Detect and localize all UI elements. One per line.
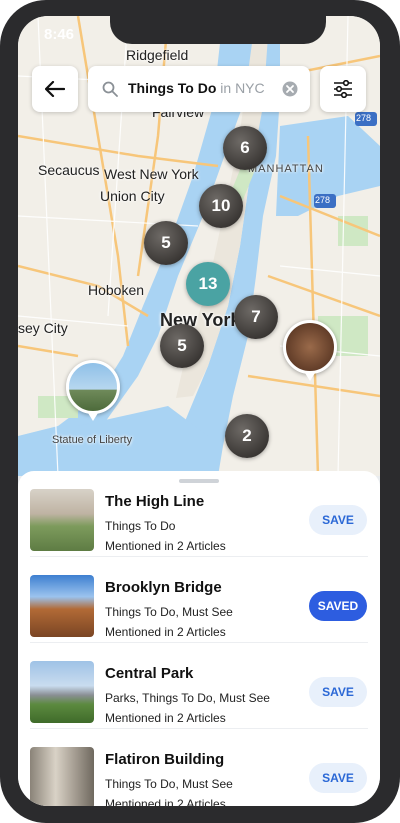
filter-button[interactable] (320, 66, 366, 112)
back-button[interactable] (32, 66, 78, 112)
saved-button[interactable]: SAVED (309, 591, 367, 621)
map-label-statue-of-liberty: Statue of Liberty (52, 434, 133, 446)
place-thumbnail (30, 747, 94, 806)
map-label-union-city: Union City (100, 188, 165, 204)
map-cluster-pin[interactable]: 7 (234, 295, 278, 339)
place-thumbnail (30, 661, 94, 723)
place-mentions: Mentioned in 2 Articles (105, 539, 226, 553)
map-cluster-pin[interactable]: 13 (186, 262, 230, 306)
map-cluster-pin[interactable]: 2 (225, 414, 269, 458)
results-sheet[interactable]: The High Line Things To Do Mentioned in … (18, 471, 380, 806)
map-label-jersey-city: sey City (18, 320, 68, 336)
statue-of-liberty-photo-pin[interactable] (66, 360, 120, 421)
sliders-icon (334, 80, 352, 98)
place-category: Things To Do, Must See (105, 605, 233, 619)
save-button[interactable]: SAVE (309, 763, 367, 793)
save-button[interactable]: SAVE (309, 677, 367, 707)
place-thumbnail (30, 489, 94, 551)
search-field[interactable]: Things To Do in NYC (88, 66, 310, 112)
search-query-text: Things To Do (128, 80, 217, 96)
highway-shield: 278 (356, 113, 372, 123)
map-label-ridgefield: Ridgefield (126, 47, 189, 63)
place-title: Flatiron Building (105, 751, 225, 768)
place-category: Things To Do (105, 519, 176, 533)
place-mentions: Mentioned in 2 Articles (105, 797, 226, 806)
save-button[interactable]: SAVE (309, 505, 367, 535)
map-label-hoboken: Hoboken (88, 282, 145, 298)
list-item[interactable]: Central Park Parks, Things To Do, Must S… (18, 643, 380, 729)
highway-shield: 278 (315, 195, 331, 205)
status-time: 8:46 (44, 26, 75, 43)
app-screen: 8:46 278 278 Ridgefield Fairview Secaucu… (18, 16, 380, 806)
place-category: Things To Do, Must See (105, 777, 233, 791)
place-mentions: Mentioned in 2 Articles (105, 711, 226, 725)
map-cluster-pin[interactable]: 5 (160, 324, 204, 368)
place-title: Brooklyn Bridge (105, 579, 222, 596)
map-cluster-pin[interactable]: 6 (223, 126, 267, 170)
notch (110, 16, 326, 44)
map-cluster-pin[interactable]: 5 (144, 221, 188, 265)
top-bar: Things To Do in NYC (32, 66, 366, 112)
place-category: Parks, Things To Do, Must See (105, 691, 270, 705)
map-cluster-pin[interactable]: 10 (199, 184, 243, 228)
attraction-photo-pin[interactable] (283, 320, 337, 381)
place-thumbnail (30, 575, 94, 637)
map-label-west-new-york: West New York (104, 166, 199, 182)
map-label-manhattan: MANHATTAN (248, 163, 324, 175)
place-title: The High Line (105, 493, 205, 510)
clear-circle-icon[interactable] (282, 81, 298, 97)
arrow-left-icon (45, 81, 65, 97)
list-item[interactable]: Brooklyn Bridge Things To Do, Must See M… (18, 557, 380, 643)
search-query: Things To Do in NYC (128, 80, 265, 96)
search-icon (102, 81, 118, 97)
place-title: Central Park (105, 665, 194, 682)
phone-frame: 8:46 278 278 Ridgefield Fairview Secaucu… (0, 0, 400, 823)
list-item[interactable]: Flatiron Building Things To Do, Must See… (18, 729, 380, 806)
search-location-text: in NYC (220, 80, 265, 96)
map-label-secaucus: Secaucus (38, 162, 100, 178)
place-mentions: Mentioned in 2 Articles (105, 625, 226, 639)
list-item[interactable]: The High Line Things To Do Mentioned in … (18, 471, 380, 557)
